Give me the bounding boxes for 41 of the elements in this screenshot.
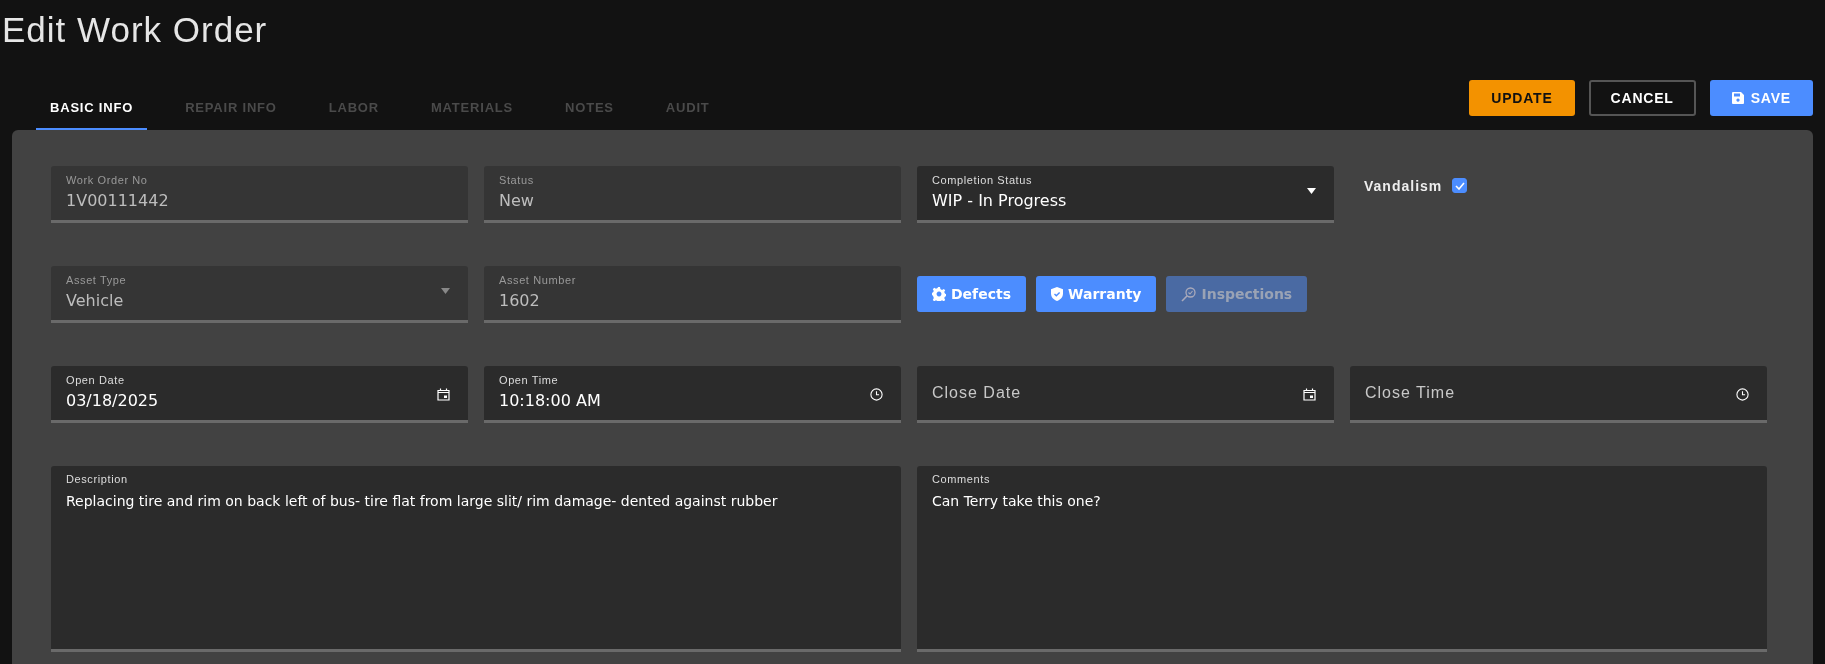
input-field[interactable]: Close Time <box>1350 366 1767 423</box>
checkbox[interactable] <box>1452 178 1468 193</box>
field-value: 1V00111442 <box>66 191 169 210</box>
field-label: Comments <box>932 473 990 485</box>
gear-icon <box>932 287 946 301</box>
field-value: 03/18/2025 <box>66 391 159 410</box>
text-area[interactable]: Description Replacing tire and rim on back left of bus- tire flat from large slit/ rim damage- dented against rubber <box>51 466 901 652</box>
field-label: Status <box>499 174 534 186</box>
field-label: Close Time <box>1365 384 1456 402</box>
shield-icon <box>1051 287 1064 301</box>
field-label: Open Date <box>66 374 125 386</box>
magnifier-icon <box>1181 286 1197 302</box>
field-value: 10:18:00 AM <box>499 391 601 410</box>
field-value: Vehicle <box>66 291 124 310</box>
clock-icon <box>1736 388 1749 401</box>
calendar-icon <box>1303 388 1316 401</box>
field-label: Completion Status <box>932 174 1033 186</box>
input-field[interactable]: Open Date 03/18/2025 <box>51 366 468 423</box>
field-label: Description <box>66 473 128 485</box>
field-label: Asset Type <box>66 274 127 286</box>
field-label: Work Order No <box>66 174 148 186</box>
input-field[interactable]: Open Time 10:18:00 AM <box>484 366 901 423</box>
checkbox-label: Vandalism <box>1364 178 1443 194</box>
dropdown-caret-icon <box>1307 188 1316 194</box>
field-value: Can Terry take this one? <box>932 493 1101 509</box>
input-field[interactable]: Close Date <box>917 366 1334 423</box>
field-value: New <box>499 191 534 210</box>
field-label: Close Date <box>932 384 1022 402</box>
input-field[interactable]: Completion Status WIP - In Progress <box>917 166 1334 223</box>
action-button[interactable]: CANCEL <box>1588 80 1696 116</box>
field-label: Open Time <box>499 374 559 386</box>
calendar-icon <box>437 388 450 401</box>
action-button[interactable]: UPDATE <box>1469 80 1575 116</box>
field-value: WIP - In Progress <box>932 191 1067 210</box>
clock-icon <box>870 388 883 401</box>
field-label: Asset Number <box>499 274 576 286</box>
page-title: Edit Work Order <box>1 9 269 51</box>
text-area[interactable]: Comments Can Terry take this one? <box>917 466 1767 652</box>
field-value: Replacing tire and rim on back left of bus- tire flat from large slit/ rim damage- dented against rubber <box>66 493 778 509</box>
dropdown-caret-icon <box>441 288 450 294</box>
field-value: 1602 <box>499 291 540 310</box>
